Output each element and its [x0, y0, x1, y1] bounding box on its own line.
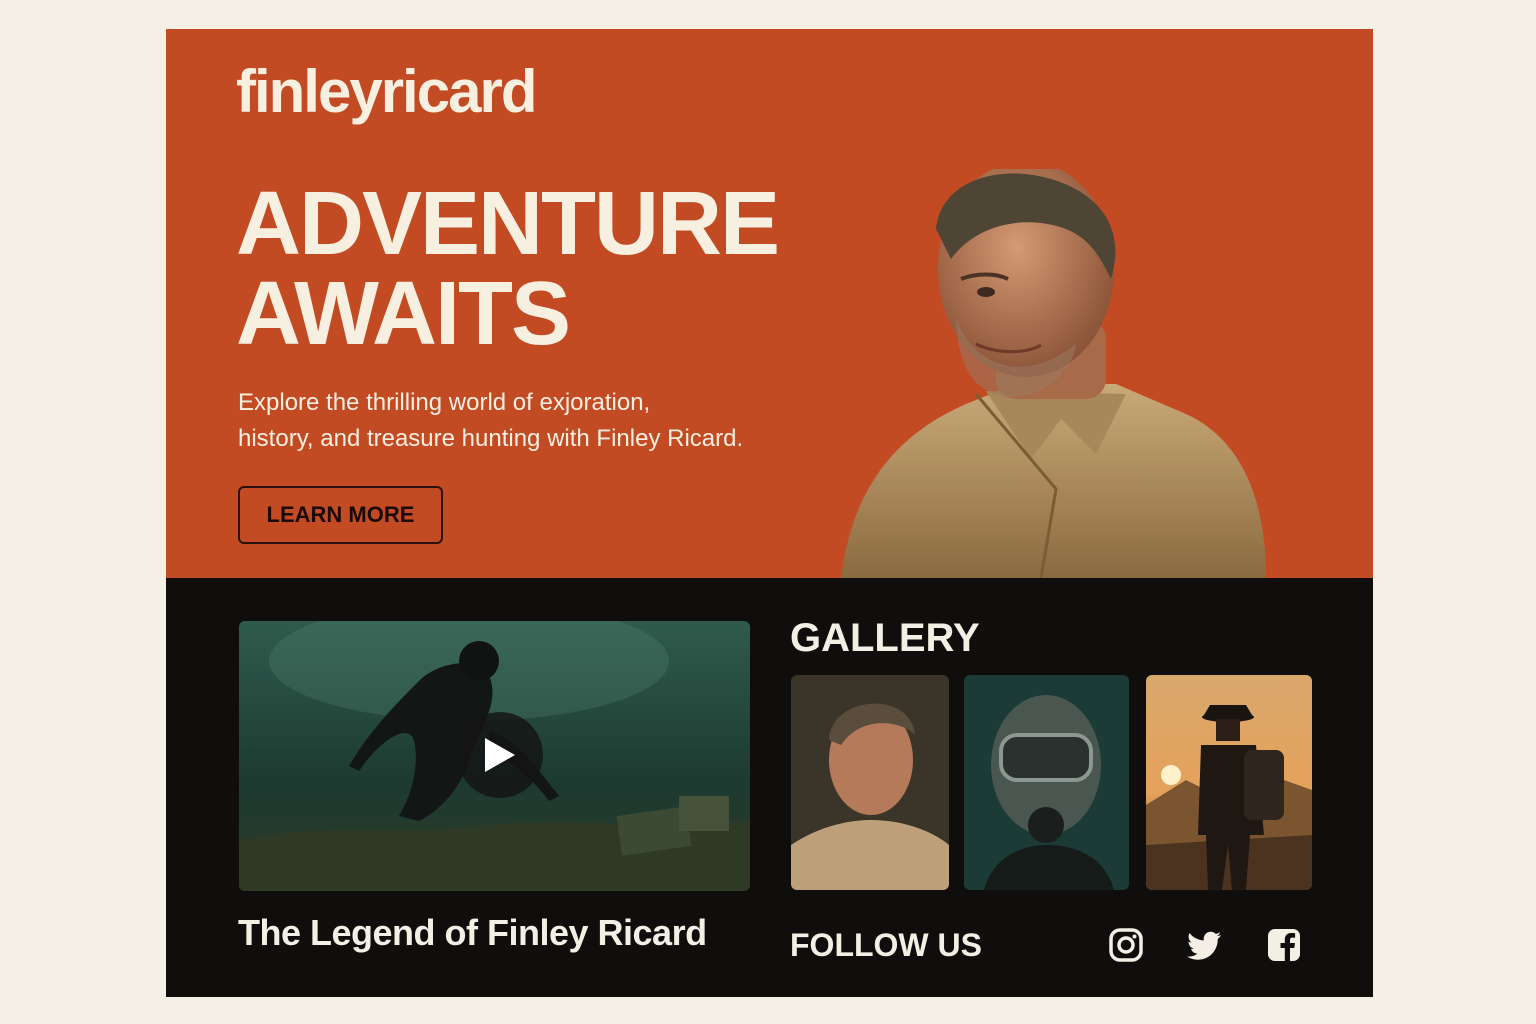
headline-line-2: AWAITS	[236, 264, 571, 364]
intro-line-1: Explore the thrilling world of exjoratio…	[238, 389, 651, 416]
hero-headline: ADVENTURE AWAITS	[236, 174, 780, 364]
gallery-thumb-diver-portrait[interactable]	[964, 675, 1129, 890]
video-title[interactable]: The Legend of Finley Ricard	[238, 912, 707, 954]
play-button[interactable]	[457, 712, 543, 798]
intro-line-2: history, and treasure hunting with Finle…	[238, 425, 744, 452]
hiker-sunset-thumbnail	[1146, 675, 1312, 890]
facebook-icon[interactable]	[1266, 927, 1302, 963]
gallery-thumb-hiker-at-sunset[interactable]	[1146, 675, 1312, 890]
hero-intro: Explore the thrilling world of exjoratio…	[238, 385, 798, 457]
instagram-icon[interactable]	[1108, 927, 1144, 963]
landing-card: finleyricard ADVENTURE AWAITS Explore th…	[166, 29, 1373, 997]
gallery-heading: GALLERY	[790, 616, 980, 660]
follow-us-heading: FOLLOW US	[790, 927, 982, 963]
media-section: The Legend of Finley Ricard GALLERY FOLL…	[166, 578, 1373, 997]
learn-more-button[interactable]: LEARN MORE	[238, 486, 443, 544]
diver-portrait-thumbnail	[964, 675, 1129, 890]
twitter-icon[interactable]	[1187, 927, 1223, 963]
brand-logo[interactable]: finleyricard	[236, 57, 537, 126]
headline-line-1: ADVENTURE	[236, 174, 780, 274]
gallery-thumb-explorer-portrait[interactable]	[791, 675, 949, 890]
explorer-portrait-thumbnail	[791, 675, 949, 890]
hero-section: finleyricard ADVENTURE AWAITS Explore th…	[166, 29, 1373, 578]
explorer-portrait-image	[841, 169, 1266, 578]
video-player[interactable]	[239, 621, 750, 891]
play-icon	[485, 738, 515, 772]
